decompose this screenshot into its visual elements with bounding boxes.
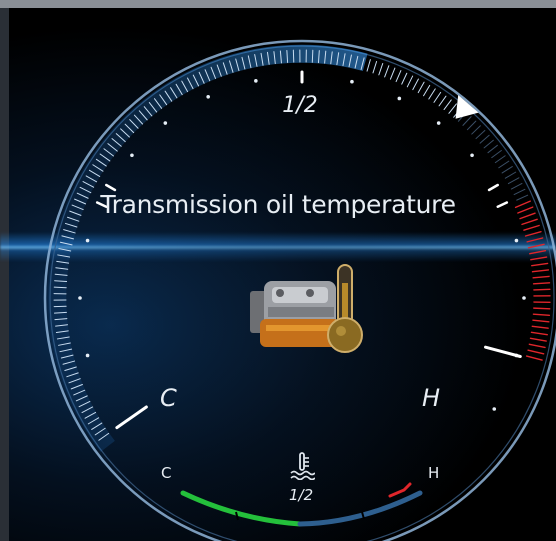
- hot-zone-tick: [533, 307, 551, 310]
- scale-dot: [78, 296, 82, 300]
- coolant-temperature-icon: [290, 452, 315, 480]
- hot-zone-tick: [532, 282, 551, 285]
- scale-cold-label: C: [160, 384, 177, 412]
- scale-dot: [522, 296, 526, 300]
- scale-dot: [254, 79, 258, 83]
- scale-dot: [350, 79, 354, 84]
- minor-tick: [311, 49, 314, 63]
- scale-dot: [514, 238, 519, 243]
- gauge-screen: Transmission oil temperature 1/2 C H C H…: [0, 0, 556, 541]
- hot-zone-tick: [533, 288, 551, 291]
- mini-gauge-cold-label: C: [161, 464, 172, 482]
- scale-hot-label: H: [422, 384, 441, 412]
- minor-tick: [53, 286, 67, 289]
- scale-mid-label: 1/2: [282, 93, 318, 118]
- scale-dot: [163, 121, 168, 125]
- scale-dot: [85, 353, 90, 358]
- scale-dot: [436, 121, 441, 125]
- scale-dot: [130, 153, 134, 158]
- scale-dot: [492, 407, 497, 411]
- mini-gauge-mid-label: 1/2: [289, 486, 314, 504]
- scale-dot: [85, 238, 90, 243]
- mini-gauge-hot-label: H: [428, 464, 440, 482]
- gauge-title: Transmission oil temperature: [100, 190, 456, 219]
- transmission-thermometer-icon: [250, 264, 363, 353]
- scale-dot: [470, 153, 474, 158]
